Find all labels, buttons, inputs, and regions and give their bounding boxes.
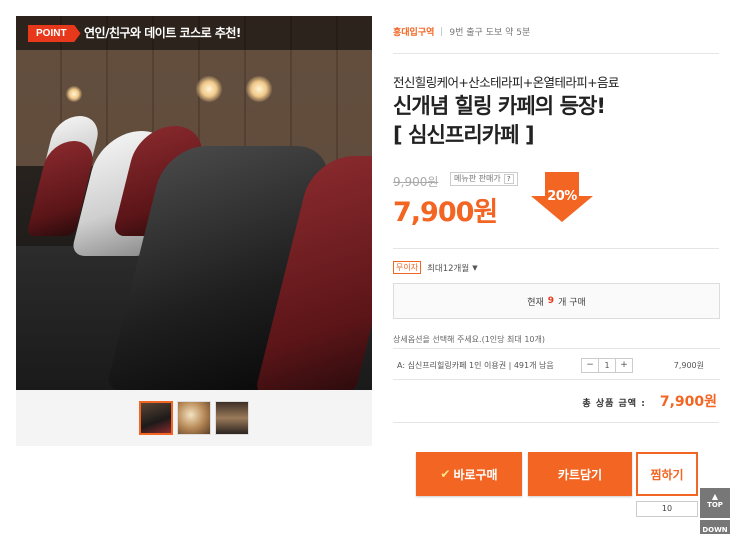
product-subtitle: 전신힐링케어+산소테라피+온열테라피+음료 (393, 75, 619, 90)
thumbnail-list (139, 401, 249, 435)
divider (393, 53, 719, 54)
location-row: 홍대입구역 9번 출구 도보 약 5분 (393, 25, 530, 38)
caret-down-icon: ▼ (472, 263, 478, 272)
quantity-stepper: − 1 + (581, 358, 633, 373)
increase-button[interactable]: + (616, 359, 632, 372)
thumbnail-3[interactable] (215, 401, 249, 435)
point-badge: POINT (28, 25, 81, 42)
product-title: 신개념 힐링 카페의 등장! [ 심신프리카페 ] (393, 92, 606, 150)
original-price: 9,900원 (393, 175, 439, 189)
total-row: 총 상품 금액 : 7,900원 (582, 391, 717, 411)
location-detail: 9번 출구 도보 약 5분 (449, 28, 531, 38)
help-icon[interactable]: ? (503, 174, 514, 184)
wishlist-count: 10 (636, 501, 698, 517)
scroll-down-button[interactable]: DOWN (700, 520, 730, 534)
main-product-photo[interactable]: POINT 연인/친구와 데이트 코스로 추천! (16, 16, 372, 390)
decrease-button[interactable]: − (582, 359, 598, 372)
sale-price: 7,900원 (393, 197, 498, 228)
divider (393, 248, 719, 249)
total-value: 7,900원 (659, 394, 717, 410)
thumbnail-2[interactable] (177, 401, 211, 435)
arrow-up-icon: ▲ (711, 492, 719, 501)
add-to-cart-button[interactable]: 카트담기 (528, 452, 632, 496)
location-area[interactable]: 홍대입구역 (393, 25, 434, 38)
product-gallery: POINT 연인/친구와 데이트 코스로 추천! (16, 16, 372, 446)
installment-label: 최대12개월 (427, 263, 470, 274)
option-guide: 상세옵션을 선택해 주세요.(1인당 최대 10개) (393, 335, 545, 344)
purchase-prefix: 현재 (527, 297, 544, 308)
fixed-price-label: 메뉴판 판매가 ? (450, 172, 518, 186)
scroll-top-button[interactable]: ▲ TOP (700, 488, 730, 518)
purchase-suffix: 개 구매 (558, 297, 586, 308)
divider (393, 422, 719, 423)
total-label: 총 상품 금액 : (582, 399, 646, 409)
buy-now-button[interactable]: ✔ 바로구매 (416, 452, 522, 496)
buy-now-label: 바로구매 (453, 467, 498, 482)
option-row: A: 심신프리힐링카페 1인 이용권 | 491개 남음 − 1 + 7,900… (393, 348, 720, 380)
option-name: A: 심신프리힐링카페 1인 이용권 | 491개 남음 (397, 361, 554, 370)
purchase-status: 현재 9 개 구매 (393, 283, 720, 319)
discount-rate: 20% (547, 189, 577, 204)
title-line-2: [ 심신프리카페 ] (393, 123, 535, 147)
discount-badge: 20% (531, 172, 593, 222)
purchase-count: 9 (547, 296, 555, 306)
fixed-price-text: 메뉴판 판매가 (454, 174, 501, 183)
add-to-cart-label: 카트담기 (557, 467, 603, 482)
option-price: 7,900원 (673, 361, 704, 370)
check-icon: ✔ (440, 467, 451, 481)
wall-lamp (196, 76, 222, 102)
photo-banner: POINT 연인/친구와 데이트 코스로 추천! (16, 16, 372, 50)
scroll-top-label: TOP (707, 501, 723, 509)
location-divider (441, 27, 443, 36)
wall-lamp (246, 76, 272, 102)
interest-free-tag: 무이자 (393, 261, 422, 274)
wall-lamp (66, 86, 82, 102)
wishlist-label: 찜하기 (650, 467, 684, 482)
wishlist-button[interactable]: 찜하기 (636, 452, 698, 496)
thumbnail-1[interactable] (139, 401, 173, 435)
product-info: 홍대입구역 9번 출구 도보 약 5분 전신힐링케어+산소테라피+온열테라피+음… (393, 0, 723, 534)
banner-text: 연인/친구와 데이트 코스로 추천! (84, 26, 241, 40)
scroll-down-label: DOWN (702, 526, 728, 534)
installment-row[interactable]: 무이자 최대12개월 ▼ (393, 261, 478, 274)
title-line-1: 신개념 힐링 카페의 등장! (393, 94, 606, 118)
quantity-value[interactable]: 1 (598, 359, 616, 372)
